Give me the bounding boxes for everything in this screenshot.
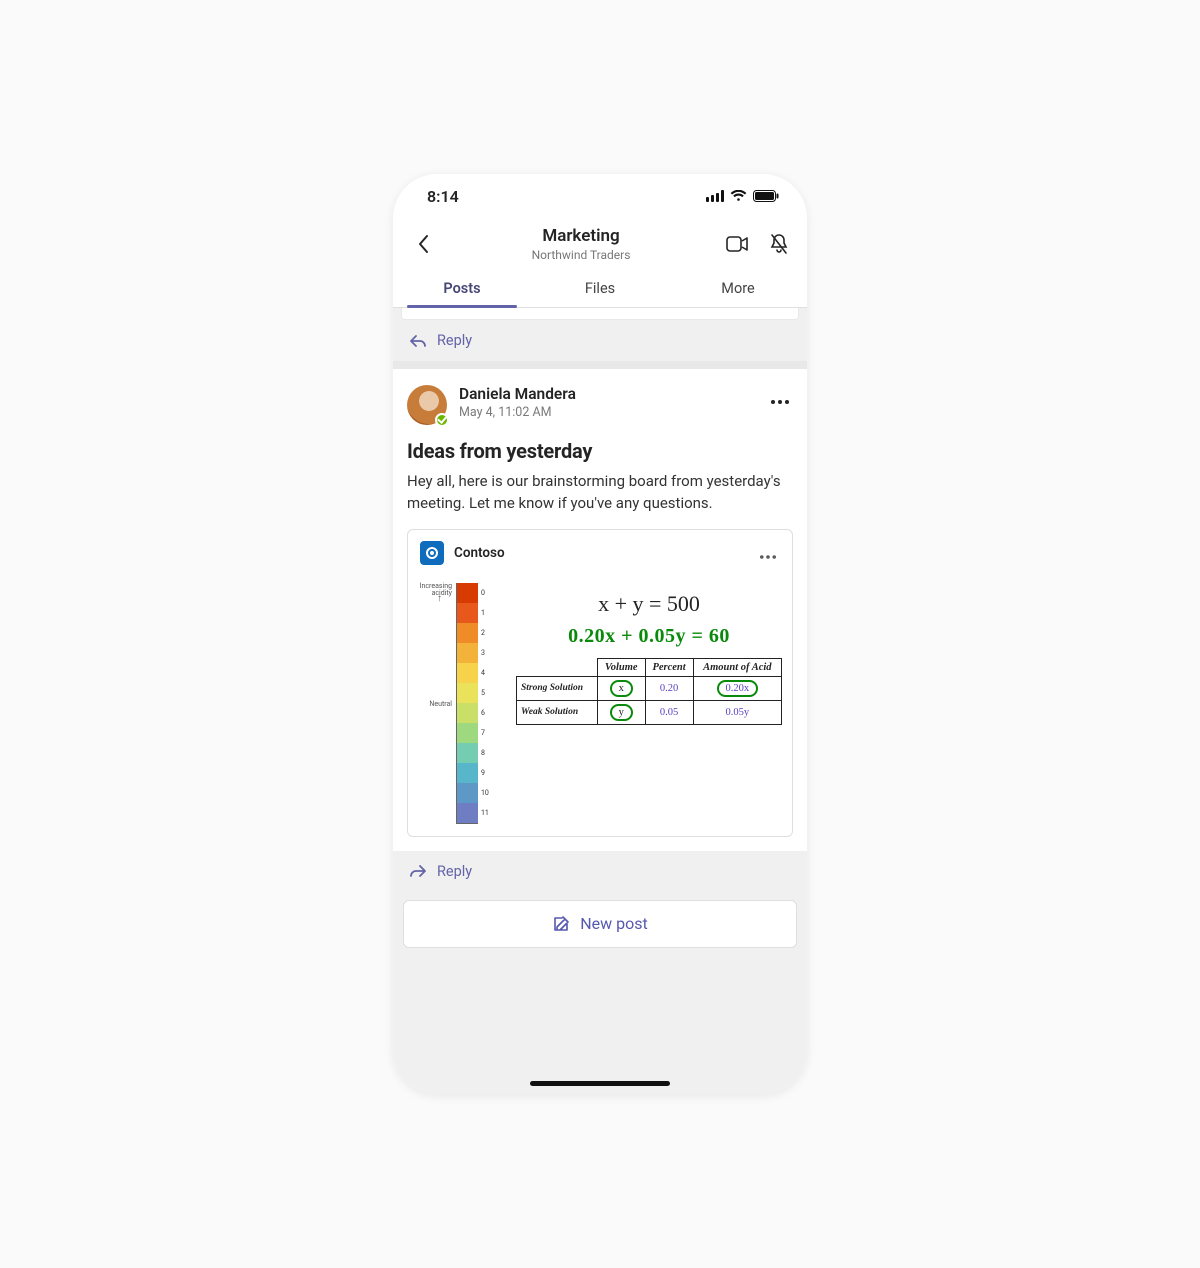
battery-icon [753, 190, 779, 202]
status-indicators [706, 190, 779, 202]
post-card: Daniela Mandera May 4, 11:02 AM Ideas fr… [393, 369, 807, 851]
home-indicator [530, 1081, 670, 1086]
compose-icon [552, 915, 570, 933]
post-body: Hey all, here is our brainstorming board… [407, 471, 793, 515]
table-cell: 0.05y [693, 700, 781, 724]
reply-icon [409, 334, 427, 348]
tab-files[interactable]: Files [531, 268, 669, 307]
notifications-button[interactable] [767, 232, 791, 256]
table-row-label: Strong Solution [517, 676, 598, 700]
tab-posts[interactable]: Posts [393, 268, 531, 307]
presence-available-icon [435, 413, 449, 427]
cellular-icon [706, 190, 724, 202]
meet-button[interactable] [725, 232, 749, 256]
solution-table: Volume Percent Amount of Acid Strong Sol… [516, 658, 782, 725]
channel-tabs: Posts Files More [393, 268, 807, 308]
table-row-label: Weak Solution [517, 700, 598, 724]
channel-title: Marketing [437, 226, 725, 246]
post-author[interactable]: Daniela Mandera [459, 385, 767, 403]
post-title: Ideas from yesterday [407, 439, 793, 463]
new-post-label: New post [580, 914, 648, 933]
posts-feed[interactable]: Reply Daniela Mandera May 4, 11:02 AM Id… [393, 308, 807, 1094]
team-subtitle: Northwind Traders [437, 248, 725, 262]
app-icon [420, 541, 444, 565]
new-post-button[interactable]: New post [403, 900, 797, 948]
ph-scale: Increasing acidity ↑ Neutral 01234567891… [418, 583, 502, 824]
reply-button[interactable]: Reply [393, 851, 807, 892]
table-header: Percent [645, 658, 693, 676]
feed-divider [393, 361, 807, 369]
reply-icon [409, 864, 427, 878]
channel-header: Marketing Northwind Traders [393, 218, 807, 268]
attachment-content: Increasing acidity ↑ Neutral 01234567891… [408, 577, 792, 836]
reply-button-prev[interactable]: Reply [393, 320, 807, 361]
attachment-app-name: Contoso [454, 545, 756, 561]
status-bar: 8:14 [393, 174, 807, 218]
post-timestamp: May 4, 11:02 AM [459, 405, 767, 420]
tab-more[interactable]: More [669, 268, 807, 307]
bell-off-icon [769, 233, 789, 255]
more-icon [760, 555, 776, 559]
table-header: Amount of Acid [693, 658, 781, 676]
arrow-up-icon: ↑ [408, 593, 442, 604]
table-cell: x [597, 676, 645, 700]
table-header: Volume [597, 658, 645, 676]
table-cell: y [597, 700, 645, 724]
more-icon [771, 400, 789, 404]
previous-post-peek [401, 308, 799, 320]
table-cell: 0.20x [693, 676, 781, 700]
reply-label: Reply [437, 863, 472, 880]
scale-label-neutral: Neutral [418, 701, 452, 709]
equation-2: 0.20x + 0.05y = 60 [516, 625, 782, 658]
status-time: 8:14 [427, 187, 459, 206]
table-cell: 0.05 [645, 700, 693, 724]
avatar[interactable] [407, 385, 447, 425]
reply-label: Reply [437, 332, 472, 349]
back-button[interactable] [409, 230, 437, 258]
phone-frame: 8:14 Marketing Northwind Traders Posts F… [393, 174, 807, 1094]
wifi-icon [730, 190, 747, 202]
video-icon [726, 236, 748, 252]
attachment-card[interactable]: Contoso Increasing acidity ↑ Neutral [407, 529, 793, 837]
equation-1: x + y = 500 [516, 583, 782, 625]
post-overflow-button[interactable] [767, 385, 793, 412]
attachment-overflow-button[interactable] [756, 540, 780, 567]
table-cell: 0.20 [645, 676, 693, 700]
